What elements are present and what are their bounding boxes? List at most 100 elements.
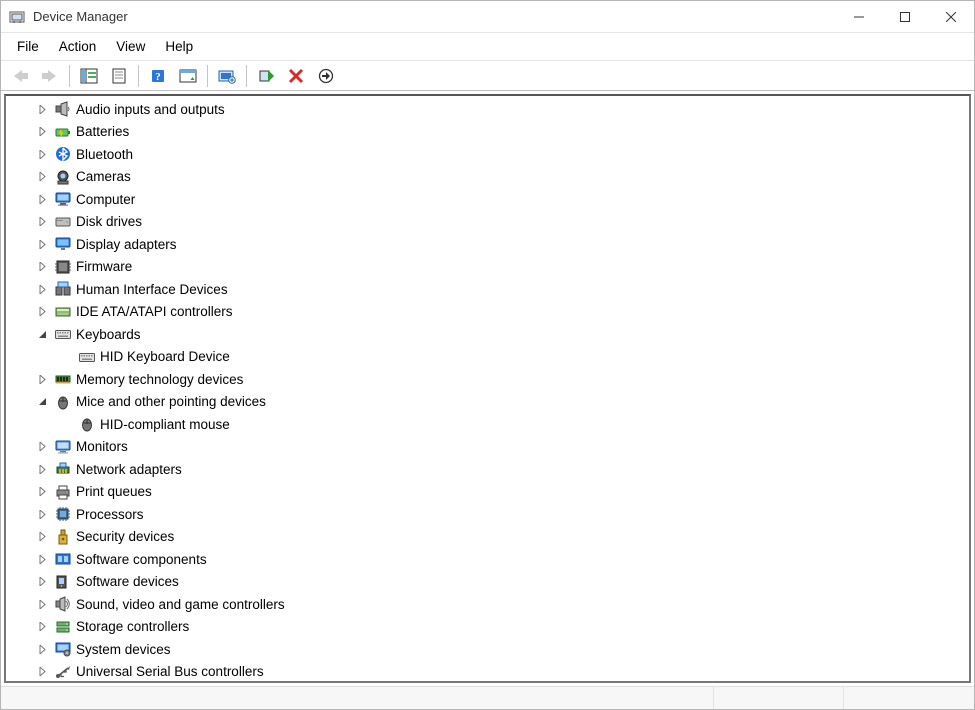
tree-item-label: Bluetooth: [76, 147, 133, 162]
tree-item[interactable]: Display adapters: [6, 233, 969, 256]
menu-action[interactable]: Action: [49, 36, 107, 57]
network-icon: [54, 460, 72, 478]
tree-item[interactable]: Universal Serial Bus controllers: [6, 661, 969, 682]
back-button[interactable]: [7, 63, 33, 89]
chevron-right-icon[interactable]: [34, 236, 50, 252]
tree-item-label: System devices: [76, 642, 171, 657]
speaker-icon: [54, 100, 72, 118]
battery-icon: [54, 123, 72, 141]
menu-help[interactable]: Help: [155, 36, 203, 57]
update-driver-button[interactable]: [214, 63, 240, 89]
tree-item-label: Cameras: [76, 169, 131, 184]
chevron-right-icon[interactable]: [34, 304, 50, 320]
tree-item-label: Firmware: [76, 259, 132, 274]
chevron-right-icon[interactable]: [34, 461, 50, 477]
chevron-right-icon[interactable]: [34, 439, 50, 455]
tree-item[interactable]: Mice and other pointing devices: [6, 391, 969, 414]
tree-item[interactable]: Cameras: [6, 166, 969, 189]
chevron-right-icon[interactable]: [34, 484, 50, 500]
tree-item[interactable]: Memory technology devices: [6, 368, 969, 391]
show-hide-console-tree-button[interactable]: [76, 63, 102, 89]
tree-item[interactable]: System devices: [6, 638, 969, 661]
tree-item-label: Print queues: [76, 484, 152, 499]
tree-item[interactable]: Keyboards: [6, 323, 969, 346]
enable-device-button[interactable]: [253, 63, 279, 89]
chevron-right-icon[interactable]: [34, 596, 50, 612]
tree-item[interactable]: Monitors: [6, 436, 969, 459]
tree-item[interactable]: Software components: [6, 548, 969, 571]
action-menu-button[interactable]: [175, 63, 201, 89]
tree-item-label: Software components: [76, 552, 207, 567]
properties-button[interactable]: [106, 63, 132, 89]
menu-file[interactable]: File: [7, 36, 49, 57]
tree-item-label: Display adapters: [76, 237, 177, 252]
chevron-right-icon[interactable]: [34, 371, 50, 387]
mouse-icon: [78, 415, 96, 433]
tree-item[interactable]: Human Interface Devices: [6, 278, 969, 301]
tree-item[interactable]: Batteries: [6, 121, 969, 144]
minimize-button[interactable]: [836, 1, 882, 33]
keyboard-icon: [78, 348, 96, 366]
chevron-down-icon[interactable]: [34, 326, 50, 342]
monitor-icon: [54, 438, 72, 456]
scan-for-hardware-button[interactable]: [313, 63, 339, 89]
chevron-right-icon[interactable]: [34, 664, 50, 680]
tree-item-label: Security devices: [76, 529, 174, 544]
tree-item[interactable]: Disk drives: [6, 211, 969, 234]
security-icon: [54, 528, 72, 546]
svg-text:?: ?: [155, 71, 161, 83]
chevron-right-icon[interactable]: [34, 619, 50, 635]
tree-item[interactable]: Processors: [6, 503, 969, 526]
forward-button[interactable]: [37, 63, 63, 89]
chevron-down-icon[interactable]: [34, 394, 50, 410]
close-button[interactable]: [928, 1, 974, 33]
chevron-right-icon[interactable]: [34, 641, 50, 657]
computer-icon: [54, 190, 72, 208]
tree-item[interactable]: Audio inputs and outputs: [6, 98, 969, 121]
app-icon: [9, 9, 25, 25]
tree-item[interactable]: Network adapters: [6, 458, 969, 481]
menubar: File Action View Help: [1, 33, 974, 61]
tree-item[interactable]: Security devices: [6, 526, 969, 549]
tree-item[interactable]: Firmware: [6, 256, 969, 279]
device-manager-window: Device Manager File Action View Help: [0, 0, 975, 710]
software-dev-icon: [54, 573, 72, 591]
menu-view[interactable]: View: [106, 36, 155, 57]
maximize-button[interactable]: [882, 1, 928, 33]
memory-icon: [54, 370, 72, 388]
chevron-right-icon[interactable]: [34, 551, 50, 567]
tree-item[interactable]: IDE ATA/ATAPI controllers: [6, 301, 969, 324]
tree-item[interactable]: Bluetooth: [6, 143, 969, 166]
chevron-right-icon[interactable]: [34, 574, 50, 590]
chevron-right-icon[interactable]: [34, 101, 50, 117]
chevron-right-icon[interactable]: [34, 146, 50, 162]
chevron-right-icon[interactable]: [34, 281, 50, 297]
tree-item-label: Memory technology devices: [76, 372, 243, 387]
tree-item-label: Batteries: [76, 124, 129, 139]
toolbar: ?: [1, 61, 974, 91]
tree-item-label: HID Keyboard Device: [100, 349, 230, 364]
chevron-right-icon[interactable]: [34, 191, 50, 207]
tree-item[interactable]: Storage controllers: [6, 616, 969, 639]
chevron-right-icon[interactable]: [34, 259, 50, 275]
camera-icon: [54, 168, 72, 186]
chevron-right-icon[interactable]: [34, 124, 50, 140]
processor-icon: [54, 505, 72, 523]
firmware-icon: [54, 258, 72, 276]
chevron-right-icon[interactable]: [34, 529, 50, 545]
tree-item[interactable]: Computer: [6, 188, 969, 211]
storage-icon: [54, 618, 72, 636]
uninstall-device-button[interactable]: [283, 63, 309, 89]
chevron-right-icon[interactable]: [34, 506, 50, 522]
tree-item[interactable]: Print queues: [6, 481, 969, 504]
device-tree[interactable]: Audio inputs and outputs Batteries Bluetoo…: [6, 96, 969, 681]
statusbar: [1, 686, 974, 709]
help-button[interactable]: ?: [145, 63, 171, 89]
tree-item-label: IDE ATA/ATAPI controllers: [76, 304, 233, 319]
tree-item[interactable]: Software devices: [6, 571, 969, 594]
tree-item[interactable]: HID-compliant mouse: [6, 413, 969, 436]
chevron-right-icon[interactable]: [34, 169, 50, 185]
tree-item[interactable]: Sound, video and game controllers: [6, 593, 969, 616]
chevron-right-icon[interactable]: [34, 214, 50, 230]
tree-item[interactable]: HID Keyboard Device: [6, 346, 969, 369]
